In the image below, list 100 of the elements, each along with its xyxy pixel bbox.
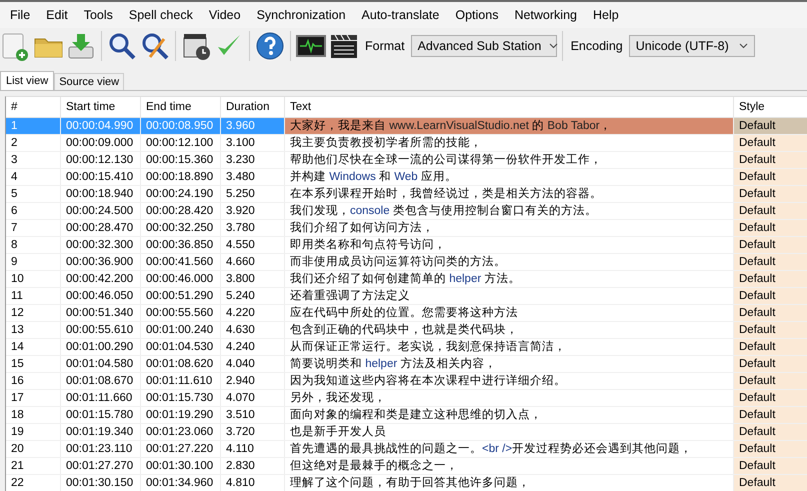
table-cell: 6: [6, 203, 61, 219]
column-header[interactable]: End time: [141, 97, 221, 117]
table-cell: 2.830: [221, 458, 285, 474]
table-cell: 10: [6, 271, 61, 287]
caret-icon: [738, 43, 748, 49]
table-cell: 00:00:42.200: [61, 271, 141, 287]
table-cell: 3.920: [221, 203, 285, 219]
table-cell: 00:01:00.290: [61, 339, 141, 355]
table-cell: 00:01:00.240: [141, 322, 221, 338]
column-header[interactable]: Style: [734, 97, 807, 117]
table-cell: 00:00:15.410: [61, 169, 141, 185]
menu-item[interactable]: Video: [200, 8, 249, 22]
table-cell: 00:00:32.300: [61, 237, 141, 253]
table-cell: 00:00:51.340: [61, 305, 141, 321]
table-cell: 11: [6, 288, 61, 304]
table-cell: 00:00:15.360: [141, 152, 221, 168]
table-cell: Default: [734, 135, 807, 151]
table-cell: 20: [6, 441, 61, 457]
table-cell: 00:00:18.940: [61, 186, 141, 202]
table-cell: 17: [6, 390, 61, 406]
table-cell: Default: [734, 475, 807, 491]
table-cell: 00:00:24.190: [141, 186, 221, 202]
table-cell: Default: [734, 271, 807, 287]
new-file-icon[interactable]: [0, 31, 30, 61]
table-cell: 16: [6, 373, 61, 389]
download-icon[interactable]: [66, 31, 96, 61]
table-cell: Default: [734, 390, 807, 406]
menu-item[interactable]: File: [2, 8, 38, 22]
format-dropdown[interactable]: Advanced Sub Station: [410, 35, 557, 57]
table-cell: 4.810: [221, 475, 285, 491]
table-cell: 00:01:30.150: [61, 475, 141, 491]
table-cell: 00:00:46.050: [61, 288, 141, 304]
table-cell: Default: [734, 288, 807, 304]
table-cell: 00:01:08.670: [61, 373, 141, 389]
encoding-dropdown[interactable]: Unicode (UTF-8): [628, 35, 755, 57]
column-header[interactable]: Text: [285, 97, 734, 117]
table-cell: 9: [6, 254, 61, 270]
table-cell: 00:01:04.530: [141, 339, 221, 355]
table-cell: Default: [734, 373, 807, 389]
table-cell: 00:00:41.560: [141, 254, 221, 270]
column-header[interactable]: #: [6, 97, 61, 117]
table-cell: 00:00:28.470: [61, 220, 141, 236]
table-cell: 3.510: [221, 407, 285, 423]
menu-item[interactable]: Tools: [76, 8, 121, 22]
menu-item[interactable]: Synchronization: [248, 8, 354, 22]
table-cell: 00:00:46.000: [141, 271, 221, 287]
table-cell: 00:00:36.900: [61, 254, 141, 270]
table-cell: 00:00:04.990: [61, 118, 141, 134]
table-cell: 4.070: [221, 390, 285, 406]
table-cell: Default: [734, 441, 807, 457]
table-cell: 00:01:11.660: [61, 390, 141, 406]
encoding-label: Encoding: [570, 39, 623, 53]
tab[interactable]: Source view: [54, 73, 124, 90]
table-cell: 00:00:18.890: [141, 169, 221, 185]
video-clock-icon[interactable]: [181, 31, 211, 61]
table-cell: 00:01:23.110: [61, 441, 141, 457]
table-cell: 00:01:11.610: [141, 373, 221, 389]
menu-item[interactable]: Spell check: [120, 8, 201, 22]
table-cell: 00:00:28.420: [141, 203, 221, 219]
format-label: Format: [365, 39, 405, 53]
table-cell: 7: [6, 220, 61, 236]
table-cell: Default: [734, 407, 807, 423]
menu-item[interactable]: Networking: [506, 8, 585, 22]
table-cell: Default: [734, 339, 807, 355]
tab[interactable]: List view: [0, 71, 54, 90]
caret-icon: [549, 43, 558, 49]
table-cell: Default: [734, 220, 807, 236]
table-cell: 00:00:24.500: [61, 203, 141, 219]
table-cell: 19: [6, 424, 61, 440]
table-cell: Default: [734, 118, 807, 134]
table-cell: 4.220: [221, 305, 285, 321]
table-cell: 2.940: [221, 373, 285, 389]
menu-item[interactable]: Options: [447, 8, 506, 22]
table-cell: 00:01:08.620: [141, 356, 221, 372]
table-cell: 00:01:34.960: [141, 475, 221, 491]
help-icon[interactable]: [255, 31, 285, 61]
column-header[interactable]: Duration: [221, 97, 285, 117]
table-cell: 大家好，我是来自 www.LearnVisualStudio.net 的 Bob Tabor，: [285, 118, 734, 134]
column-header[interactable]: Start time: [61, 97, 141, 117]
table-cell: 4: [6, 169, 61, 185]
table-cell: 2: [6, 135, 61, 151]
menu-item[interactable]: Edit: [38, 8, 76, 22]
menu-item[interactable]: Auto-translate: [354, 8, 448, 22]
menu-item[interactable]: Help: [584, 8, 627, 22]
table-cell: 3.960: [221, 118, 285, 134]
table-cell: 00:01:19.340: [61, 424, 141, 440]
table-cell: Default: [734, 254, 807, 270]
table-cell: 5: [6, 186, 61, 202]
search-edit-icon[interactable]: [140, 31, 170, 61]
table-cell: 00:00:12.130: [61, 152, 141, 168]
table-cell: Default: [734, 356, 807, 372]
table-cell: 00:00:09.000: [61, 135, 141, 151]
table-cell: 00:01:27.220: [141, 441, 221, 457]
table-cell: 5.250: [221, 186, 285, 202]
table-cell: 4.240: [221, 339, 285, 355]
table-cell: Default: [734, 458, 807, 474]
search-icon[interactable]: [107, 31, 137, 61]
table-cell: 15: [6, 356, 61, 372]
table-cell: 1: [6, 118, 61, 134]
table-cell: Default: [734, 169, 807, 185]
